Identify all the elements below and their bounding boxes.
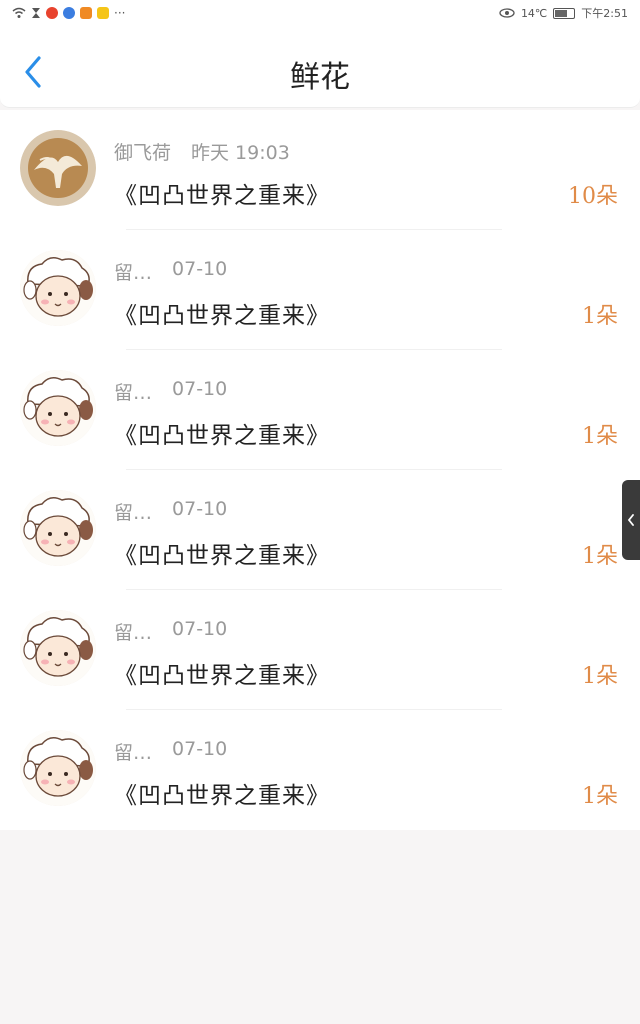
video-icon <box>80 7 92 19</box>
flower-list: 御飞荷 昨天 19:03 《凹凸世界之重来》 10朵 留… 07-10 《凹凸世… <box>0 110 640 830</box>
sent-date: 07-10 <box>172 378 228 400</box>
sheep-avatar-icon <box>20 250 96 326</box>
page-title: 鲜花 <box>290 60 350 95</box>
flower-count: 1朵 <box>582 424 618 449</box>
sent-date: 07-10 <box>172 258 228 280</box>
sender-name[interactable]: 御飞荷 <box>114 138 171 165</box>
list-item[interactable]: 留… 07-10 《凹凸世界之重来》 1朵 <box>0 710 640 830</box>
item-meta: 留… 07-10 <box>114 258 227 285</box>
status-right: 14℃ 下午2:51 <box>499 5 628 21</box>
clock: 下午2:51 <box>581 7 628 20</box>
sender-name[interactable]: 留… <box>114 738 152 765</box>
sender-name[interactable]: 留… <box>114 618 152 645</box>
side-drawer-handle[interactable] <box>622 480 640 560</box>
avatar[interactable] <box>20 130 96 206</box>
sheep-avatar-icon <box>20 730 96 806</box>
sender-name[interactable]: 留… <box>114 498 152 525</box>
list-item[interactable]: 御飞荷 昨天 19:03 《凹凸世界之重来》 10朵 <box>0 110 640 230</box>
more-notifications: ··· <box>114 6 126 20</box>
avatar[interactable] <box>20 730 96 806</box>
work-title[interactable]: 《凹凸世界之重来》 <box>114 296 330 330</box>
status-bar: ··· 14℃ 下午2:51 <box>0 0 640 26</box>
list-item[interactable]: 留… 07-10 《凹凸世界之重来》 1朵 <box>0 350 640 470</box>
notes-icon <box>97 7 109 19</box>
item-meta: 留… 07-10 <box>114 378 227 405</box>
flower-count: 1朵 <box>582 664 618 689</box>
header: 鲜花 <box>0 26 640 108</box>
sender-name[interactable]: 留… <box>114 258 152 285</box>
item-meta: 留… 07-10 <box>114 618 227 645</box>
sender-name[interactable]: 留… <box>114 378 152 405</box>
work-title[interactable]: 《凹凸世界之重来》 <box>114 776 330 810</box>
item-meta: 留… 07-10 <box>114 498 227 525</box>
item-meta: 留… 07-10 <box>114 738 227 765</box>
sheep-avatar-icon <box>20 490 96 566</box>
avatar[interactable] <box>20 490 96 566</box>
weibo-icon <box>46 7 58 19</box>
list-item[interactable]: 留… 07-10 《凹凸世界之重来》 1朵 <box>0 470 640 590</box>
music-icon <box>63 7 75 19</box>
flower-count: 1朵 <box>582 784 618 809</box>
work-title[interactable]: 《凹凸世界之重来》 <box>114 176 330 210</box>
sheep-avatar-icon <box>20 370 96 446</box>
item-meta: 御飞荷 昨天 19:03 <box>114 138 290 165</box>
sent-date: 07-10 <box>172 738 228 760</box>
avatar[interactable] <box>20 250 96 326</box>
flower-count: 1朵 <box>582 544 618 569</box>
list-item[interactable]: 留… 07-10 《凹凸世界之重来》 1朵 <box>0 230 640 350</box>
hourglass-icon <box>32 8 40 18</box>
avatar[interactable] <box>20 370 96 446</box>
sheep-avatar-icon <box>20 610 96 686</box>
battery-icon <box>553 7 576 19</box>
eagle-avatar-icon <box>20 130 96 206</box>
work-title[interactable]: 《凹凸世界之重来》 <box>114 536 330 570</box>
avatar[interactable] <box>20 610 96 686</box>
sent-date: 昨天 19:03 <box>191 142 290 164</box>
sent-date: 07-10 <box>172 618 228 640</box>
sent-date: 07-10 <box>172 498 228 520</box>
flower-count: 1朵 <box>582 304 618 329</box>
list-item[interactable]: 留… 07-10 《凹凸世界之重来》 1朵 <box>0 590 640 710</box>
temperature: 14℃ <box>520 6 548 20</box>
status-icons: ··· <box>12 6 125 20</box>
eye-icon <box>499 8 515 18</box>
work-title[interactable]: 《凹凸世界之重来》 <box>114 416 330 450</box>
work-title[interactable]: 《凹凸世界之重来》 <box>114 656 330 690</box>
chevron-left-icon <box>627 514 634 526</box>
wifi-icon <box>12 7 26 18</box>
flower-count: 10朵 <box>568 184 618 209</box>
